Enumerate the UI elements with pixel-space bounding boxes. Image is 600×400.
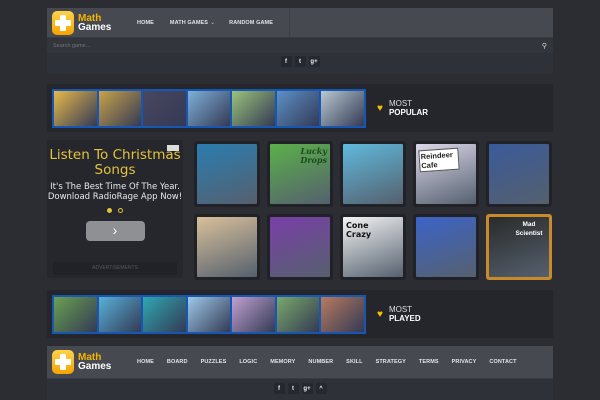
ad-label: ADVERTISEMENTS bbox=[53, 262, 177, 275]
footer-social: f t g+ ^ bbox=[47, 383, 553, 394]
heart-icon: ♥ bbox=[377, 103, 383, 114]
footer-nav-contact[interactable]: CONTACT bbox=[489, 359, 516, 365]
logo[interactable]: Math Games bbox=[47, 8, 127, 38]
popular-label: POPULAR bbox=[388, 108, 429, 117]
heart-icon: ♥ bbox=[377, 309, 383, 320]
game-tile[interactable]: Cone Crazy bbox=[340, 214, 406, 280]
game-thumbnail[interactable] bbox=[489, 144, 549, 204]
twitter-icon[interactable]: t bbox=[294, 56, 306, 67]
footer-nav-number[interactable]: NUMBER bbox=[308, 359, 333, 365]
game-title: Lucky Drops bbox=[300, 146, 327, 165]
footer-nav-memory[interactable]: MEMORY bbox=[270, 359, 295, 365]
game-thumbnail[interactable] bbox=[98, 297, 142, 332]
game-thumbnail[interactable] bbox=[98, 91, 142, 126]
game-tile[interactable] bbox=[413, 214, 479, 280]
played-label: PLAYED bbox=[388, 314, 421, 323]
game-thumbnail[interactable] bbox=[197, 217, 257, 277]
most-played-banner: ♥ MOST PLAYED bbox=[47, 290, 553, 338]
footer-nav-board[interactable]: BOARD bbox=[167, 359, 188, 365]
top-nav: Math Games HOME MATH GAMES ⌄ RANDOM GAME bbox=[47, 7, 553, 38]
game-thumbnail[interactable] bbox=[276, 297, 320, 332]
nav-math-games[interactable]: MATH GAMES bbox=[170, 20, 208, 26]
most-popular-banner: ♥ MOST POPULAR bbox=[47, 84, 553, 132]
nav-home[interactable]: HOME bbox=[137, 20, 154, 26]
footer-nav-home[interactable]: HOME bbox=[137, 359, 154, 365]
game-tile[interactable] bbox=[194, 214, 260, 280]
ad-close-icon[interactable] bbox=[167, 145, 179, 151]
game-thumbnail[interactable] bbox=[321, 91, 365, 126]
most-label: MOST bbox=[388, 305, 413, 314]
twitter-icon[interactable]: t bbox=[287, 383, 299, 394]
game-thumbnail[interactable]: Reindeer Cafe bbox=[416, 144, 476, 204]
ad-body: It's The Best Time Of The Year. Download… bbox=[47, 182, 183, 202]
popular-thumbnails[interactable] bbox=[52, 89, 366, 128]
game-title: Mad Scientist bbox=[515, 221, 543, 237]
game-thumbnail[interactable] bbox=[343, 144, 403, 204]
game-thumbnail[interactable]: Mad Scientist bbox=[489, 217, 549, 277]
advertisement[interactable]: Listen To Christmas Songs It's The Best … bbox=[47, 140, 183, 278]
facebook-icon[interactable]: f bbox=[273, 383, 285, 394]
plus-logo-icon bbox=[52, 350, 74, 374]
game-thumbnail[interactable] bbox=[416, 217, 476, 277]
google-plus-icon[interactable]: g+ bbox=[301, 383, 313, 394]
footer-logo[interactable]: Math Games bbox=[47, 347, 127, 377]
ad-title: Listen To Christmas Songs bbox=[49, 147, 181, 178]
game-thumbnail[interactable] bbox=[143, 297, 186, 332]
ad-next-button[interactable]: › bbox=[85, 221, 145, 241]
nav-random-game[interactable]: RANDOM GAME bbox=[229, 20, 273, 26]
footer-nav: Math Games HOME BOARD PUZZLES LOGIC MEMORY NUM… bbox=[47, 346, 553, 379]
game-title: Cone Crazy bbox=[346, 221, 372, 239]
footer: Math Games HOME BOARD PUZZLES LOGIC MEMORY NUM… bbox=[47, 346, 553, 400]
search-input[interactable] bbox=[53, 43, 542, 49]
game-tile[interactable]: Mad Scientist bbox=[486, 214, 552, 280]
game-thumbnail[interactable] bbox=[187, 297, 231, 332]
footer-nav-logic[interactable]: LOGIC bbox=[239, 359, 257, 365]
divider bbox=[289, 7, 291, 38]
game-thumbnail[interactable] bbox=[143, 91, 186, 126]
dot-active[interactable] bbox=[107, 208, 112, 213]
game-title: Reindeer Cafe bbox=[418, 147, 460, 173]
plus-logo-icon bbox=[52, 10, 74, 35]
footer-nav-privacy[interactable]: PRIVACY bbox=[452, 359, 477, 365]
logo-line2: Games bbox=[78, 21, 112, 33]
footer-nav-terms[interactable]: TERMS bbox=[419, 359, 439, 365]
logo-line2: Games bbox=[78, 361, 112, 372]
chevron-down-icon[interactable]: ⌄ bbox=[210, 19, 215, 26]
game-thumbnail[interactable] bbox=[321, 297, 365, 332]
game-thumbnail[interactable]: Lucky Drops bbox=[270, 144, 330, 204]
game-thumbnail[interactable] bbox=[232, 91, 275, 126]
google-plus-icon[interactable]: g+ bbox=[308, 56, 320, 67]
played-thumbnails[interactable] bbox=[52, 295, 366, 334]
most-label: MOST bbox=[388, 99, 413, 108]
footer-nav-strategy[interactable]: STRATEGY bbox=[376, 359, 406, 365]
game-thumbnail[interactable] bbox=[232, 297, 275, 332]
game-tile[interactable] bbox=[486, 141, 552, 207]
header: MathGames HOME MATH GAMES⌄ RANDOM GAME ⚲… bbox=[47, 7, 553, 74]
search-icon[interactable]: ⚲ bbox=[542, 42, 547, 50]
game-tile[interactable]: Reindeer Cafe bbox=[413, 141, 479, 207]
game-tile[interactable] bbox=[267, 214, 333, 280]
game-thumbnail[interactable] bbox=[270, 217, 330, 277]
game-tile[interactable] bbox=[340, 141, 406, 207]
scroll-top-icon[interactable]: ^ bbox=[315, 383, 327, 394]
footer-nav-puzzles[interactable]: PUZZLES bbox=[201, 359, 227, 365]
dot[interactable] bbox=[118, 208, 123, 213]
game-thumbnail[interactable] bbox=[197, 144, 257, 204]
game-thumbnail[interactable] bbox=[54, 91, 97, 126]
game-thumbnail[interactable] bbox=[187, 91, 231, 126]
footer-nav-skill[interactable]: SKILL bbox=[346, 359, 362, 365]
carousel-dots[interactable] bbox=[47, 208, 183, 213]
game-thumbnail[interactable] bbox=[54, 297, 97, 332]
game-tile[interactable] bbox=[194, 141, 260, 207]
social-links: f t g+ bbox=[47, 56, 553, 67]
game-tile[interactable]: Lucky Drops bbox=[267, 141, 333, 207]
search-bar: ⚲ bbox=[47, 39, 553, 53]
facebook-icon[interactable]: f bbox=[280, 56, 292, 67]
game-thumbnail[interactable]: Cone Crazy bbox=[343, 217, 403, 277]
game-thumbnail[interactable] bbox=[276, 91, 320, 126]
